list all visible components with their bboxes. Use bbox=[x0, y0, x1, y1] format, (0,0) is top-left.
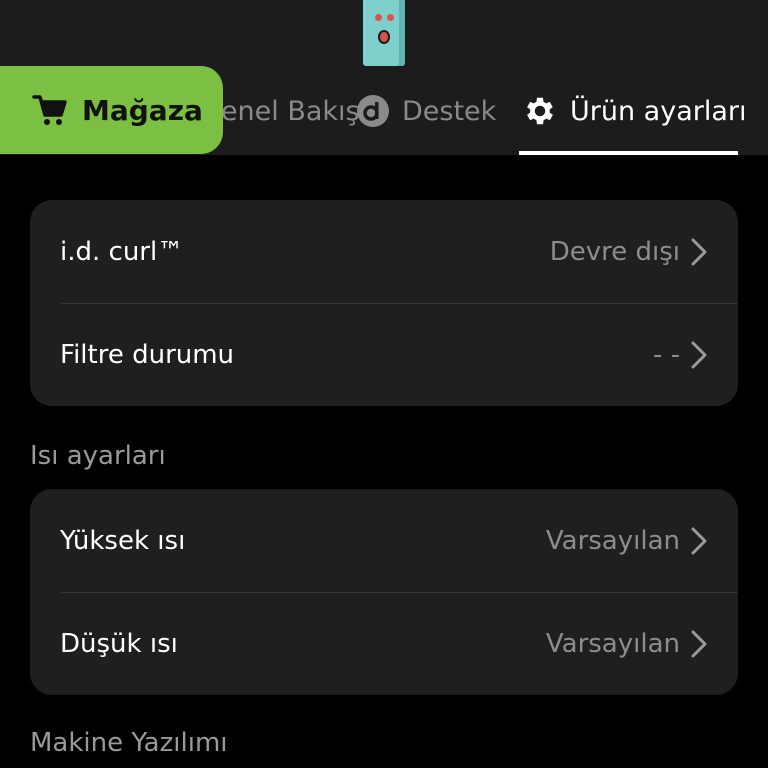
row-label: Düşük ısı bbox=[60, 628, 178, 659]
tab-product-settings[interactable]: Ürün ayarları bbox=[522, 66, 747, 156]
store-button[interactable]: Mağaza bbox=[0, 66, 223, 154]
row-label: Yüksek ısı bbox=[60, 525, 186, 556]
section-title-heat: Isı ayarları bbox=[30, 441, 166, 471]
chevron-right-icon bbox=[690, 629, 708, 659]
list-item-idcurl[interactable]: i.d. curl™ Devre dışı bbox=[30, 200, 738, 303]
device-image bbox=[363, 0, 405, 66]
tab-overview[interactable]: Genel Bakış bbox=[200, 66, 360, 156]
support-d-icon bbox=[356, 94, 390, 128]
tab-support[interactable]: Destek bbox=[356, 66, 496, 156]
heat-settings-card: Yüksek ısı Varsayılan Düşük ısı Varsayıl… bbox=[30, 489, 738, 695]
row-value: Varsayılan bbox=[545, 628, 680, 659]
active-tab-indicator bbox=[519, 151, 738, 155]
row-value: Varsayılan bbox=[545, 525, 680, 556]
row-value: - - bbox=[652, 339, 680, 370]
row-value: Devre dışı bbox=[549, 236, 680, 267]
row-label: i.d. curl™ bbox=[60, 236, 184, 267]
row-label: Filtre durumu bbox=[60, 339, 235, 370]
chevron-right-icon bbox=[690, 237, 708, 267]
cart-icon bbox=[32, 93, 68, 127]
device-features-card: i.d. curl™ Devre dışı Filtre durumu - - bbox=[30, 200, 738, 406]
tab-overview-label: Genel Bakış bbox=[200, 95, 360, 127]
tab-settings-label: Ürün ayarları bbox=[570, 95, 747, 127]
chevron-right-icon bbox=[690, 526, 708, 556]
gear-icon bbox=[522, 93, 558, 129]
list-item-filter-status[interactable]: Filtre durumu - - bbox=[30, 303, 738, 406]
top-bar: Genel Bakış Destek Ürün ayarları Mağaza bbox=[0, 0, 768, 155]
tab-support-label: Destek bbox=[402, 95, 497, 127]
chevron-right-icon bbox=[690, 340, 708, 370]
list-item-high-heat[interactable]: Yüksek ısı Varsayılan bbox=[30, 489, 738, 592]
section-title-firmware: Makine Yazılımı bbox=[30, 728, 228, 758]
store-button-label: Mağaza bbox=[82, 93, 203, 127]
list-item-low-heat[interactable]: Düşük ısı Varsayılan bbox=[30, 592, 738, 695]
